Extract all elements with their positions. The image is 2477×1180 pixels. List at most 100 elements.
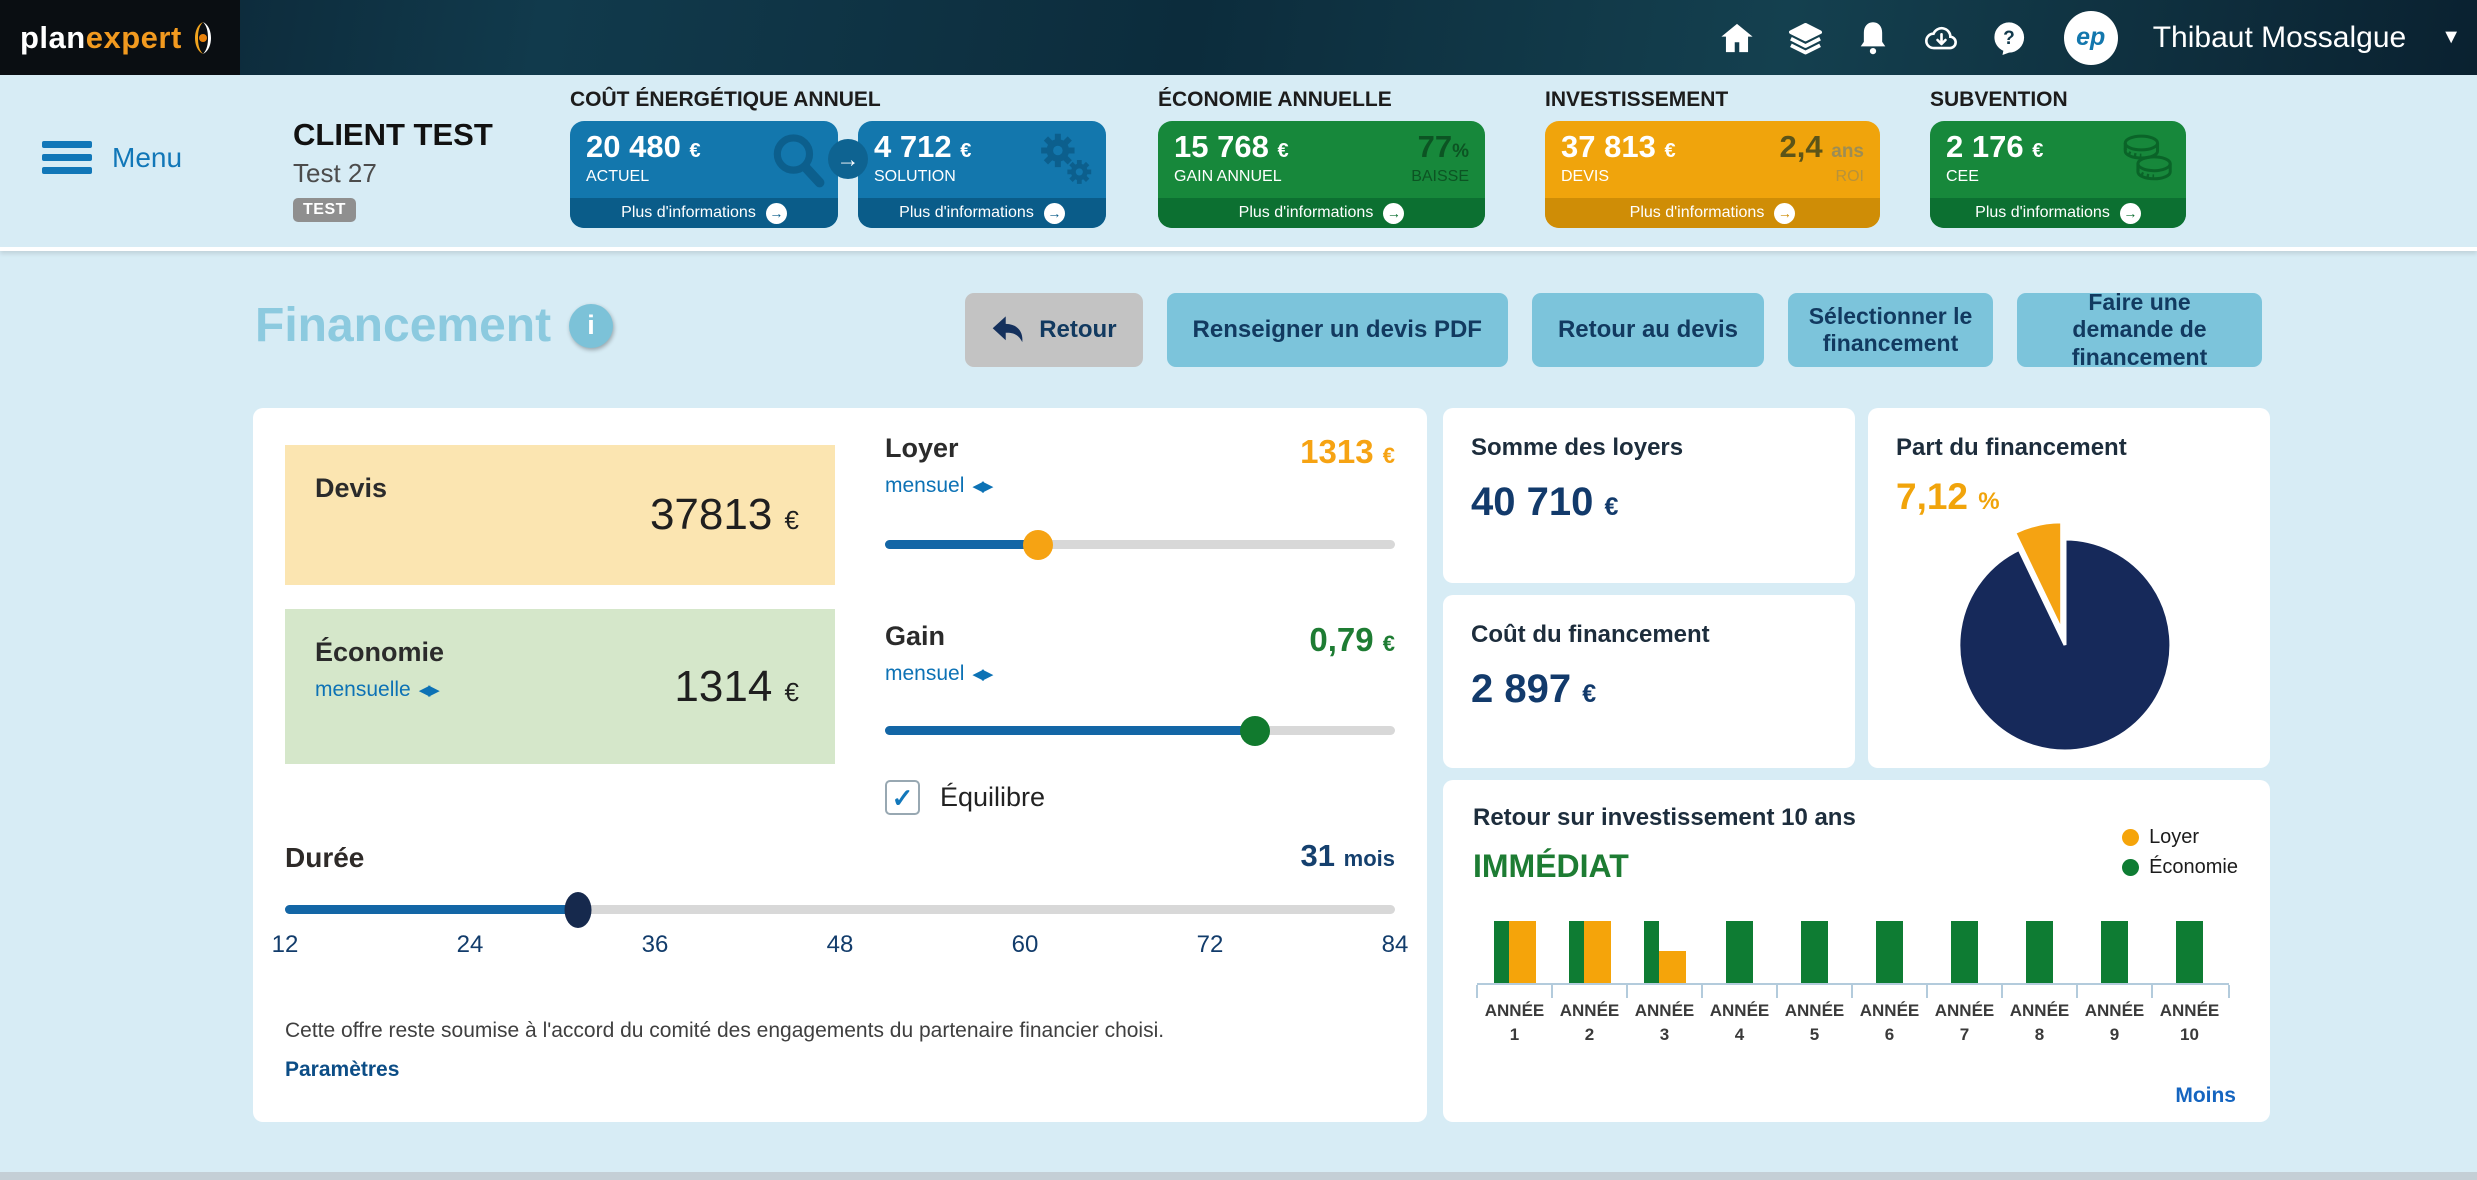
duree-scale-label: 48 — [827, 931, 854, 959]
kpi-card-devis: 37 813 € DEVIS 2,4 ans ROI Plus d'inform… — [1545, 121, 1880, 228]
bar-group — [2077, 920, 2152, 983]
user-name[interactable]: Thibaut Mossalgue — [2153, 21, 2406, 55]
more-info-link[interactable]: Plus d'informations → — [570, 198, 838, 228]
logo-expert: expert — [86, 20, 182, 55]
kpi-side-caption: BAISSE — [1411, 168, 1469, 186]
gain-period-toggle[interactable]: mensuel ◀▶ — [885, 662, 991, 686]
bar-loyer — [1584, 921, 1611, 983]
more-info-link[interactable]: Plus d'informations → — [1930, 198, 2186, 228]
adjust-icon: ◀▶ — [419, 681, 438, 699]
select-financing-button[interactable]: Sélectionner le financement — [1788, 293, 1993, 367]
bar-group — [1852, 920, 1927, 983]
equilibre-row: ✓ Équilibre — [885, 780, 1045, 815]
axis-label: ANNÉE6 — [1852, 985, 1927, 1045]
duree-scale-label: 36 — [642, 931, 669, 959]
back-arrow-icon — [991, 315, 1025, 345]
axis-label: ANNÉE8 — [2002, 985, 2077, 1045]
client-block: CLIENT TEST Test 27 TEST — [293, 117, 493, 222]
loyer-period-toggle[interactable]: mensuel ◀▶ — [885, 474, 991, 498]
page-title-row: Financement i — [255, 298, 613, 353]
axis-label: ANNÉE5 — [1777, 985, 1852, 1045]
duree-slider-thumb[interactable] — [565, 892, 592, 928]
cloud-download-icon[interactable] — [1924, 20, 1959, 55]
financing-panel: Devis 37813 € Économie mensuelle ◀▶ 1314… — [253, 408, 1427, 1122]
bar-group — [1927, 920, 2002, 983]
logo[interactable]: planexpert — [0, 0, 240, 75]
kpi-value: 37 813 € — [1561, 129, 1676, 165]
more-info-link[interactable]: Plus d'informations → — [858, 198, 1106, 228]
bar-economie — [2101, 921, 2128, 983]
legend-dot-icon — [2122, 859, 2139, 876]
axis-label: ANNÉE1 — [1477, 985, 1552, 1045]
duree-scale-label: 72 — [1197, 931, 1224, 959]
hamburger-icon — [42, 141, 92, 174]
notifications-icon[interactable] — [1856, 20, 1891, 55]
topbar: planexpert ? ep Thibaut — [0, 0, 2477, 75]
parameters-link[interactable]: Paramètres — [285, 1058, 399, 1082]
economie-card: Économie mensuelle ◀▶ 1314 € — [285, 609, 835, 764]
moins-link[interactable]: Moins — [2175, 1084, 2236, 1108]
somme-loyers-title: Somme des loyers — [1471, 434, 1827, 462]
bar-group — [1477, 920, 1552, 983]
gain-slider[interactable] — [885, 726, 1395, 735]
kpi-group-label: INVESTISSEMENT — [1545, 88, 1880, 112]
roi-card: Retour sur investissement 10 ans IMMÉDIA… — [1443, 780, 2270, 1122]
cout-financement-value: 2 897 € — [1471, 667, 1827, 712]
axis-label: ANNÉE2 — [1552, 985, 1627, 1045]
back-button[interactable]: Retour — [965, 293, 1142, 367]
caret-down-icon[interactable]: ▼ — [2441, 26, 2461, 49]
menu-button[interactable]: Menu — [42, 141, 182, 174]
devis-card: Devis 37813 € — [285, 445, 835, 585]
duree-scale-label: 24 — [457, 931, 484, 959]
roi-bars — [1477, 920, 2229, 983]
equilibre-label: Équilibre — [940, 782, 1045, 813]
action-buttons: Retour Renseigner un devis PDF Retour au… — [965, 293, 2262, 367]
duree-label: Durée — [285, 842, 364, 874]
equilibre-checkbox[interactable]: ✓ — [885, 780, 920, 815]
bar-economie — [2176, 921, 2203, 983]
legend-item: Économie — [2122, 856, 2238, 879]
avatar[interactable]: ep — [2064, 11, 2118, 65]
help-icon[interactable]: ? — [1992, 20, 2027, 55]
kpi-side-value: 77% — [1411, 129, 1469, 165]
legend-item: Loyer — [2122, 826, 2238, 849]
arrow-right-icon: → — [1044, 203, 1065, 224]
home-icon[interactable] — [1720, 20, 1755, 55]
request-financing-button[interactable]: Faire une demande de financement — [2017, 293, 2262, 367]
roi-legend: Loyer Économie — [2122, 826, 2238, 879]
economie-period-toggle[interactable]: mensuelle ◀▶ — [315, 678, 438, 702]
arrow-right-icon: → — [828, 139, 868, 179]
loyer-slider[interactable] — [885, 540, 1395, 549]
cout-financement-title: Coût du financement — [1471, 621, 1827, 649]
kpi-card-actuel: 20 480 € ACTUEL Plus d'informations → — [570, 121, 838, 228]
more-info-link[interactable]: Plus d'informations → — [1545, 198, 1880, 228]
fill-pdf-button[interactable]: Renseigner un devis PDF — [1167, 293, 1508, 367]
info-icon[interactable]: i — [569, 304, 613, 348]
axis-label: ANNÉE7 — [1927, 985, 2002, 1045]
client-subtitle: Test 27 — [293, 158, 493, 189]
more-info-link[interactable]: Plus d'informations → — [1158, 198, 1485, 228]
bar-loyer — [1509, 921, 1536, 983]
duree-scale-label: 60 — [1012, 931, 1039, 959]
axis-label: ANNÉE3 — [1627, 985, 1702, 1045]
legend-dot-icon — [2122, 829, 2139, 846]
kpi-side-value: 2,4 ans — [1780, 129, 1864, 165]
duree-slider[interactable] — [285, 905, 1395, 914]
arrow-right-icon: → — [766, 203, 787, 224]
layers-icon[interactable] — [1788, 20, 1823, 55]
bar-economie — [1569, 921, 1584, 983]
bottom-strip — [0, 1172, 2477, 1180]
back-to-devis-button[interactable]: Retour au devis — [1532, 293, 1764, 367]
loyer-value: 1313 € — [1300, 433, 1395, 471]
gain-slider-thumb[interactable] — [1240, 716, 1270, 746]
gain-block: Gain mensuel ◀▶ 0,79 € — [885, 621, 1395, 781]
loyer-slider-thumb[interactable] — [1023, 530, 1053, 560]
adjust-icon: ◀▶ — [972, 665, 991, 683]
bar-group — [1627, 920, 1702, 983]
bar-loyer — [1659, 951, 1686, 983]
arrow-right-icon: → — [1774, 203, 1795, 224]
bar-economie — [1801, 921, 1828, 983]
duree-scale: 12243648607284 — [285, 931, 1395, 961]
subheader: Menu CLIENT TEST Test 27 TEST COÛT ÉNERG… — [0, 75, 2477, 251]
logo-icon — [186, 18, 220, 58]
